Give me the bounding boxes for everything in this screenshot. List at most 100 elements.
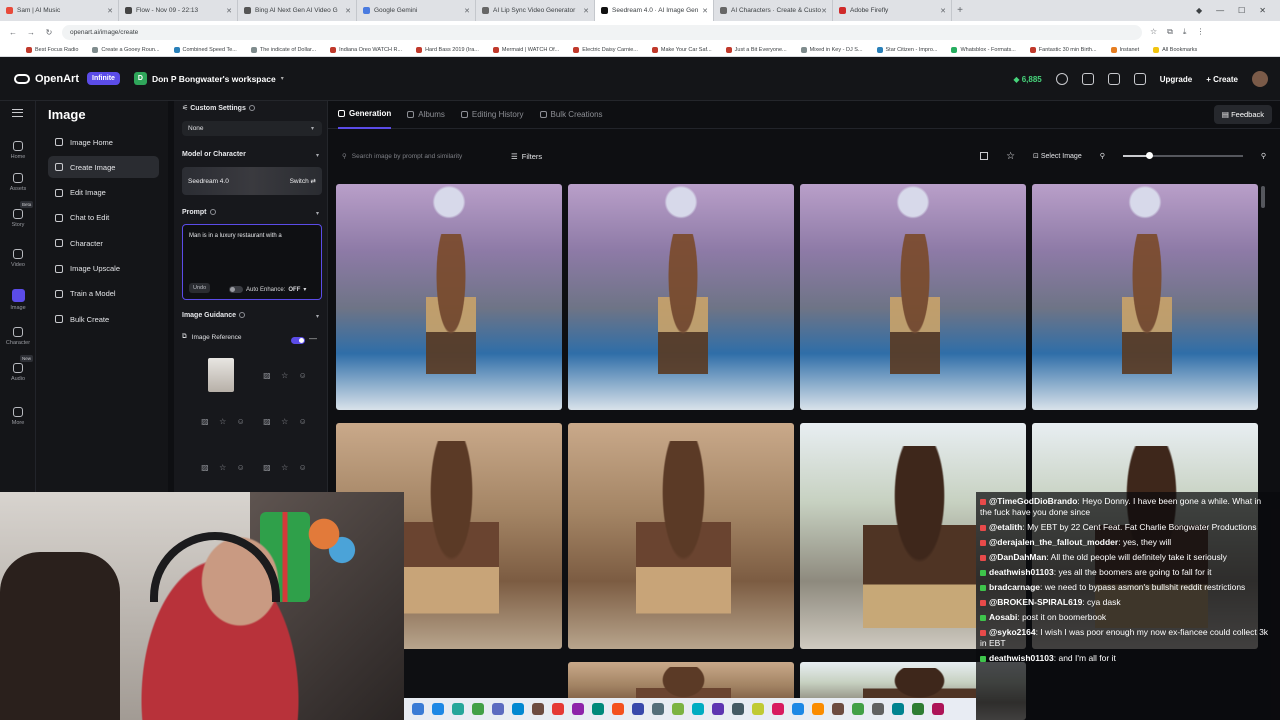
close-tab-icon[interactable]: ✕	[583, 7, 589, 15]
side-menu-item-train[interactable]: Train a Model	[48, 283, 159, 305]
bookmark-item[interactable]: Star Citizen - Impro...	[876, 46, 937, 53]
info-icon[interactable]	[209, 209, 216, 216]
rail-item-video[interactable]: Video	[0, 249, 36, 268]
taskbar-app-icon[interactable]	[712, 703, 724, 715]
openart-logo[interactable]: OpenArt	[14, 73, 79, 85]
taskbar-app-icon[interactable]	[772, 703, 784, 715]
gift-icon[interactable]	[1133, 73, 1146, 85]
taskbar-app-icon[interactable]	[792, 703, 804, 715]
side-menu-item-chat[interactable]: Chat to Edit	[48, 207, 159, 229]
rail-item-image[interactable]: Image	[0, 289, 36, 311]
generated-image[interactable]	[800, 184, 1026, 410]
taskbar-app-icon[interactable]	[412, 703, 424, 715]
taskbar-app-icon[interactable]	[732, 703, 744, 715]
url-field[interactable]: openart.ai/image/create	[62, 24, 1142, 40]
bookmark-item[interactable]: Instanet	[1110, 46, 1139, 53]
side-menu-item-character[interactable]: Character	[48, 232, 159, 254]
taskbar-app-icon[interactable]	[872, 703, 884, 715]
collapse-icon[interactable]: —	[309, 334, 317, 343]
generated-image[interactable]	[336, 184, 562, 410]
search-input[interactable]: ⚲ Search image by prompt and similarity	[336, 146, 504, 166]
download-icon[interactable]: ⤓	[1183, 27, 1187, 37]
taskbar-app-icon[interactable]	[492, 703, 504, 715]
bookmark-item[interactable]: Combined Speed Te...	[173, 46, 237, 53]
favorite-star-icon[interactable]: ☆	[1006, 151, 1015, 162]
tab-bulk-creations[interactable]: Bulk Creations	[539, 101, 603, 129]
bookmark-item[interactable]: Make Your Car Saf...	[651, 46, 712, 53]
bookmark-item[interactable]: Hard Bass 2019 (Ira...	[416, 46, 479, 53]
undo-button[interactable]: Undo	[189, 283, 211, 293]
close-window-icon[interactable]: ✕	[1259, 6, 1266, 15]
switch-model-button[interactable]: Switch ⇄	[290, 177, 316, 185]
taskbar-app-icon[interactable]	[852, 703, 864, 715]
reference-slot[interactable]: ▨ ☆ ☺	[258, 449, 312, 485]
taskbar-app-icon[interactable]	[652, 703, 664, 715]
close-tab-icon[interactable]: ✕	[940, 7, 946, 15]
tab-albums[interactable]: Albums	[407, 101, 445, 129]
select-image-button[interactable]: ⊡ Select Image	[1033, 152, 1082, 160]
custom-settings-select[interactable]: None ▾	[182, 121, 322, 136]
upgrade-button[interactable]: Upgrade	[1160, 75, 1192, 84]
taskbar-app-icon[interactable]	[572, 703, 584, 715]
taskbar-app-icon[interactable]	[472, 703, 484, 715]
bookmark-item[interactable]: Fantastic 30 min Birth...	[1029, 46, 1097, 53]
minimize-icon[interactable]: —	[1216, 6, 1224, 15]
scrollbar-thumb[interactable]	[1261, 186, 1265, 208]
close-tab-icon[interactable]: ✕	[107, 7, 113, 15]
close-tab-icon[interactable]: ✕	[345, 7, 351, 15]
bookmark-item[interactable]: Just a Bit Everyone...	[725, 46, 787, 53]
select-all-icon[interactable]	[980, 152, 989, 160]
browser-tab[interactable]: Bing AI Next Gen AI Video G ✕	[238, 0, 357, 21]
side-menu-item-bulk[interactable]: Bulk Create	[48, 308, 159, 330]
bookmark-item[interactable]: Electric Daisy Carnie...	[573, 46, 638, 53]
taskbar-app-icon[interactable]	[592, 703, 604, 715]
close-tab-icon[interactable]: ✕	[702, 7, 708, 15]
side-menu-item-home[interactable]: Image Home	[48, 131, 159, 153]
back-icon[interactable]: ←	[8, 28, 18, 37]
extensions-icon[interactable]: ⧉	[1167, 27, 1173, 37]
zoom-slider[interactable]	[1122, 152, 1243, 159]
model-card[interactable]: Seedream 4.0 Switch ⇄	[182, 167, 322, 195]
reference-slot[interactable]: ▨ ☆ ☺	[196, 403, 250, 439]
taskbar-app-icon[interactable]	[932, 703, 944, 715]
tab-generation[interactable]: Generation	[338, 101, 392, 129]
side-menu-item-create[interactable]: Create Image	[48, 156, 159, 179]
feedback-button[interactable]: ▤ Feedback	[1213, 105, 1272, 124]
image-reference-toggle[interactable]	[291, 337, 305, 344]
browser-tab[interactable]: AI Characters · Create & Custo ✕	[714, 0, 833, 21]
browser-tab[interactable]: Google Gemini ✕	[357, 0, 476, 21]
forward-icon[interactable]: →	[26, 28, 36, 37]
reference-slot[interactable]: ▨ ☆ ☺	[196, 449, 250, 485]
bookmark-item[interactable]: Mixed in Key - DJ S...	[800, 46, 863, 53]
auto-enhance-toggle[interactable]: Auto Enhance: OFF ▾	[229, 286, 306, 293]
browser-menu-icon[interactable]: ⋮	[1196, 27, 1204, 37]
rail-item-character[interactable]: Character	[0, 327, 36, 346]
video-tutorial-icon[interactable]	[1107, 73, 1120, 85]
close-tab-icon[interactable]: ✕	[464, 7, 470, 15]
bookmark-item[interactable]: Whatsblox - Formats...	[951, 46, 1016, 53]
info-icon[interactable]	[239, 312, 246, 319]
browser-tab-active[interactable]: Seedream 4.0 · AI Image Gen ✕	[595, 0, 714, 21]
info-icon[interactable]	[248, 105, 255, 112]
taskbar-app-icon[interactable]	[812, 703, 824, 715]
credits-balance[interactable]: ◆ 6,885	[1013, 75, 1041, 84]
close-tab-icon[interactable]: ✕	[821, 7, 827, 15]
chevron-up-icon[interactable]: ▾	[316, 210, 319, 217]
generated-image[interactable]	[568, 423, 794, 649]
bookmark-item[interactable]: Indiana Oreo WATCH R...	[330, 46, 402, 53]
help-icon[interactable]	[1055, 73, 1068, 85]
reference-slot[interactable]: ▨ ☆ ☺	[258, 403, 312, 439]
taskbar-app-icon[interactable]	[892, 703, 904, 715]
discord-icon[interactable]	[1081, 73, 1094, 85]
side-menu-item-edit[interactable]: Edit Image	[48, 182, 159, 204]
close-tab-icon[interactable]: ✕	[226, 7, 232, 15]
rail-item-more[interactable]: More	[0, 407, 36, 426]
bookmark-item[interactable]: Create a Gooey Roun...	[92, 46, 160, 53]
tab-editing-history[interactable]: Editing History	[460, 101, 524, 129]
generated-image[interactable]	[568, 184, 794, 410]
chevron-up-icon[interactable]: ▾	[316, 313, 319, 320]
reference-image-thumbnail[interactable]	[208, 358, 234, 392]
bookmark-star-icon[interactable]: ☆	[1150, 27, 1157, 37]
prompt-input[interactable]: Man is in a luxury restaurant with a Und…	[182, 224, 322, 300]
rail-item-story[interactable]: Story Beta	[0, 201, 36, 228]
